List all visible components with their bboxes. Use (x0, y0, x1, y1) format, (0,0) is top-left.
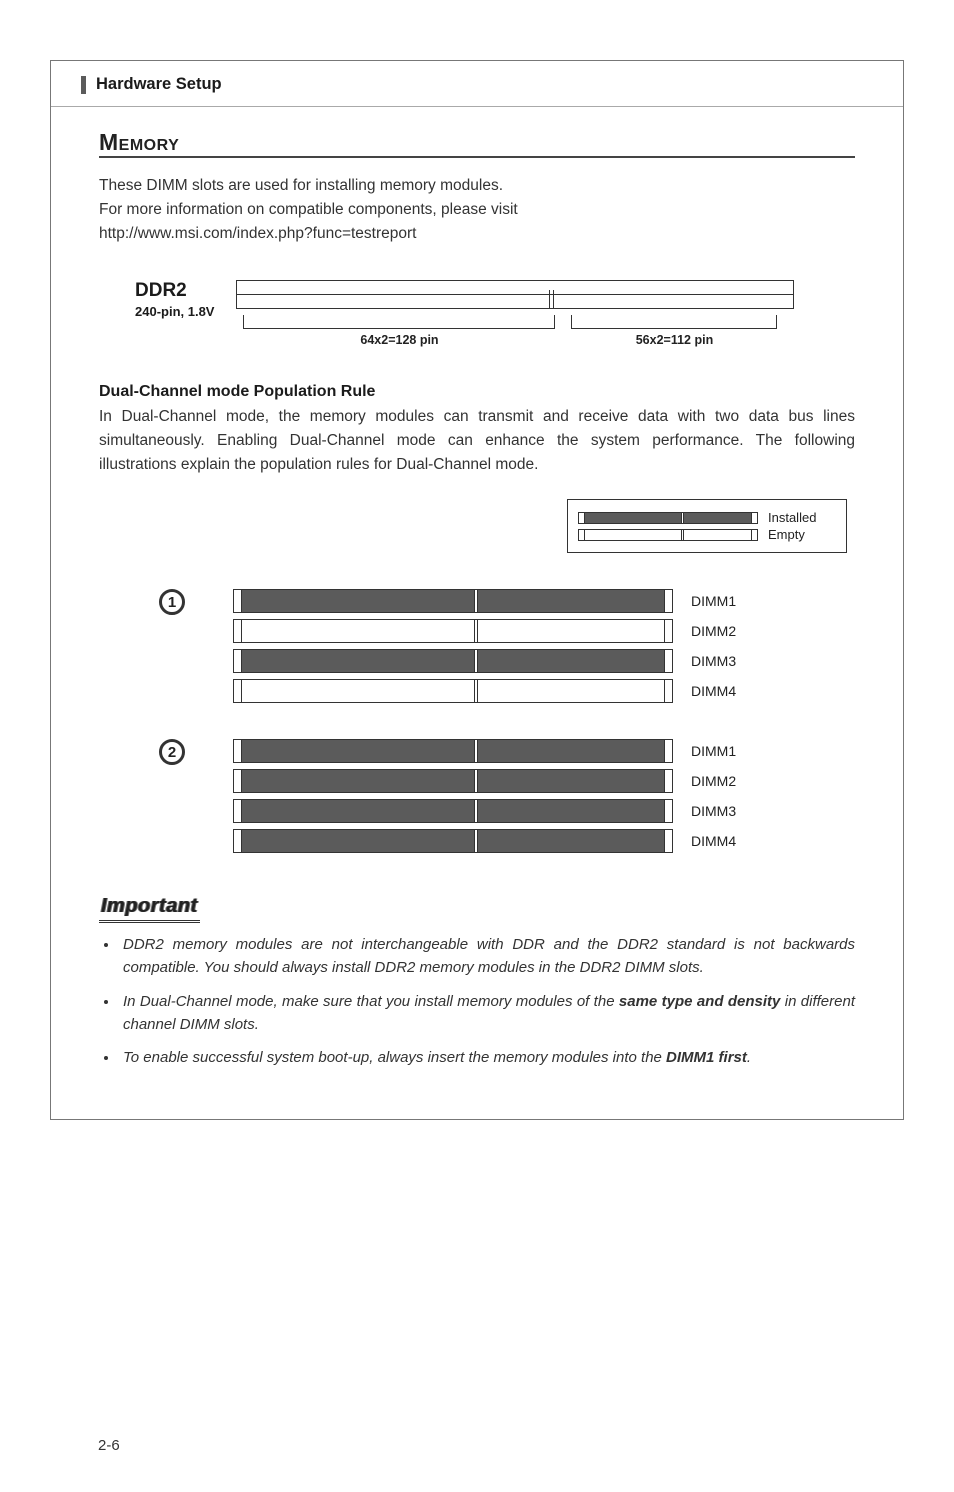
legend-empty: Empty (578, 527, 836, 542)
dimm-slot-label: DIMM2 (691, 619, 736, 643)
important-bullet-2: In Dual-Channel mode, make sure that you… (119, 990, 855, 1037)
legend-box: Installed Empty (567, 499, 847, 553)
dimm-slot-graphic (233, 769, 673, 793)
legend-installed-graphic (578, 512, 758, 524)
dimm-slot-label: DIMM1 (691, 739, 736, 763)
dimm-slot-graphic (233, 679, 673, 703)
page-number: 2-6 (98, 1437, 120, 1454)
ddr2-dim-left: 64x2=128 pin (243, 333, 555, 347)
ddr2-slot-outline (236, 280, 794, 309)
header-accent-bar (81, 76, 86, 94)
dimm-slot-graphic (233, 649, 673, 673)
important-bullet-3-post: . (747, 1049, 751, 1066)
important-bullet-3: To enable successful system boot-up, alw… (119, 1046, 855, 1069)
memory-intro-line2: For more information on compatible compo… (99, 198, 855, 222)
important-heading: Important (99, 895, 200, 923)
dualchannel-heading: Dual-Channel mode Population Rule (99, 383, 855, 401)
ddr2-label-block: DDR2 240-pin, 1.8V (135, 280, 214, 319)
config-set: 1 DIMM1 DIMM2 DIMM3 DIMM4 (99, 589, 855, 703)
dimm-stack (233, 589, 673, 703)
ddr2-dim-right: 56x2=112 pin (571, 333, 777, 347)
important-bullet-3-emph: DIMM1 first (666, 1049, 747, 1066)
dimm-slot-graphic (233, 799, 673, 823)
important-bullet-3-pre: To enable successful system boot-up, alw… (123, 1049, 666, 1066)
legend-installed: Installed (578, 510, 836, 525)
dimm-slot-label: DIMM3 (691, 799, 736, 823)
important-section: Important DDR2 memory modules are not in… (99, 895, 855, 1069)
memory-intro-line1: These DIMM slots are used for installing… (99, 174, 855, 198)
dimm-slot-graphic (233, 589, 673, 613)
ddr2-slot-graphic: 64x2=128 pin 56x2=112 pin (236, 280, 794, 347)
dualchannel-body: In Dual-Channel mode, the memory modules… (99, 405, 855, 477)
config-set: 2 DIMM1 DIMM2 DIMM3 DIMM4 (99, 739, 855, 853)
dimm-slot-graphic (233, 739, 673, 763)
memory-intro: These DIMM slots are used for installing… (99, 174, 855, 246)
dimm-slot-label: DIMM2 (691, 769, 736, 793)
ddr2-dimension-brackets (236, 315, 794, 329)
page-frame: Hardware Setup Memory These DIMM slots a… (50, 60, 904, 1120)
header-row: Hardware Setup (51, 61, 903, 107)
dimm-slot-graphic (233, 829, 673, 853)
dimm-slot-label: DIMM3 (691, 649, 736, 673)
config-number-badge: 2 (159, 739, 185, 765)
dimm-label-stack: DIMM1 DIMM2 DIMM3 DIMM4 (691, 589, 736, 703)
header-section-title: Hardware Setup (96, 75, 222, 94)
content-area: Memory These DIMM slots are used for ins… (51, 107, 903, 1069)
memory-intro-line3: http://www.msi.com/index.php?func=testre… (99, 222, 855, 246)
important-bullet-1: DDR2 memory modules are not interchangea… (119, 933, 855, 980)
config-sets: 1DIMM1DIMM2DIMM3DIMM42DIMM1DIMM2DIMM3DIM… (99, 589, 855, 853)
dimm-stack (233, 739, 673, 853)
important-bullet-2-pre: In Dual-Channel mode, make sure that you… (123, 993, 619, 1010)
dimm-slot-graphic (233, 619, 673, 643)
legend-empty-graphic (578, 529, 758, 541)
legend-empty-label: Empty (768, 527, 805, 542)
dimm-slot-label: DIMM4 (691, 829, 736, 853)
memory-heading: Memory (99, 129, 855, 156)
important-list: DDR2 memory modules are not interchangea… (119, 933, 855, 1069)
legend-installed-label: Installed (768, 510, 816, 525)
important-bullet-2-emph: same type and density (619, 993, 780, 1010)
memory-heading-wrap: Memory (99, 129, 855, 158)
ddr2-diagram: DDR2 240-pin, 1.8V (135, 280, 855, 347)
dimm-slot-label: DIMM4 (691, 679, 736, 703)
ddr2-subtitle: 240-pin, 1.8V (135, 304, 214, 319)
ddr2-dimension-labels: 64x2=128 pin 56x2=112 pin (236, 333, 794, 347)
dimm-slot-label: DIMM1 (691, 589, 736, 613)
dimm-label-stack: DIMM1 DIMM2 DIMM3 DIMM4 (691, 739, 736, 853)
config-number-badge: 1 (159, 589, 185, 615)
important-bullet-1-text: DDR2 memory modules are not interchangea… (123, 936, 855, 976)
ddr2-title: DDR2 (135, 280, 214, 302)
